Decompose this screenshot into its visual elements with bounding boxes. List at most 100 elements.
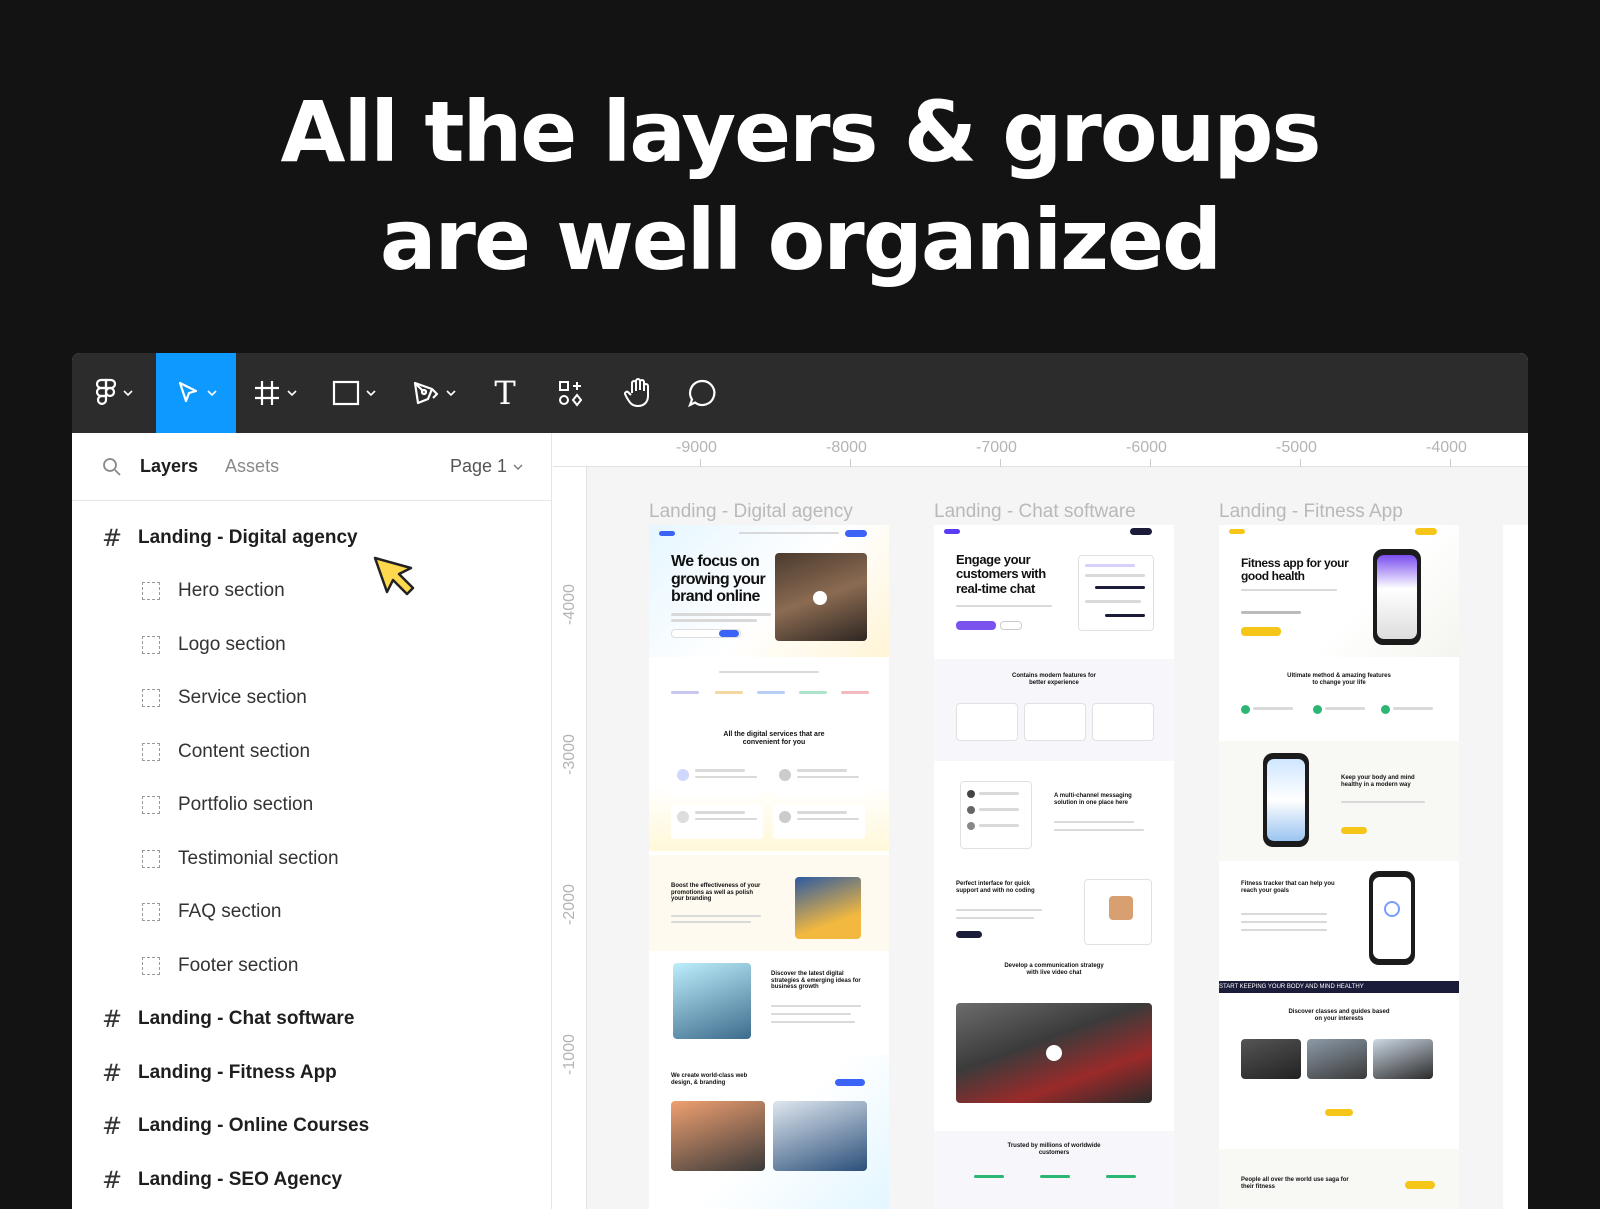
layer-label: Landing - Fitness App (138, 1061, 337, 1083)
layers-list: # Landing - Digital agency Hero section … (72, 501, 551, 1207)
layer-footer-section[interactable]: Footer section (72, 939, 551, 993)
fitness-ultimate-heading: Ultimate method & amazing features to ch… (1287, 673, 1391, 686)
layer-label: Hero section (178, 580, 285, 602)
fitness-tracker-heading: Fitness tracker that can help you reach … (1241, 881, 1335, 894)
layer-portfolio-section[interactable]: Portfolio section (72, 779, 551, 833)
frame-title-chat-software[interactable]: Landing - Chat software (934, 501, 1136, 523)
layer-frame-seo-agency[interactable]: # Landing - SEO Agency (72, 1153, 551, 1207)
ruler-label: -5000 (1276, 439, 1317, 456)
hero-heading: We focus on growing your brand online (671, 553, 766, 606)
main-menu-button[interactable] (72, 353, 156, 433)
ruler-label: -4000 (561, 584, 578, 625)
section-icon (142, 582, 160, 601)
tab-layers[interactable]: Layers (140, 456, 198, 477)
layer-service-section[interactable]: Service section (72, 672, 551, 726)
fitness-classes-section: Discover classes and guides based on you… (1219, 995, 1459, 1145)
panel-header: Layers Assets Page 1 (72, 433, 551, 501)
pen-icon (413, 381, 439, 405)
page-selector[interactable]: Page 1 (450, 456, 523, 477)
chat-features-section: Contains modern features for better expe… (934, 659, 1174, 761)
layer-label: Landing - Digital agency (138, 526, 358, 548)
create-heading: We create world-class web design, & bran… (671, 1073, 748, 1086)
layer-label: Content section (178, 740, 311, 762)
content-section: Boost the effectiveness of your promotio… (649, 855, 889, 951)
frame-icon: # (102, 1165, 123, 1194)
testimonial-section: We create world-class web design, & bran… (649, 1055, 889, 1209)
chevron-down-icon (446, 390, 456, 397)
layer-content-section[interactable]: Content section (72, 725, 551, 779)
service-section: All the digital services that are conven… (649, 721, 889, 851)
layer-frame-fitness-app[interactable]: # Landing - Fitness App (72, 1046, 551, 1100)
section-icon (142, 742, 160, 761)
figma-window: T Layers Assets Page 1 # Landing - Digit… (72, 353, 1528, 1209)
search-icon[interactable] (102, 457, 122, 477)
layer-label: Footer section (178, 954, 299, 976)
layer-testimonial-section[interactable]: Testimonial section (72, 832, 551, 886)
headline-line-2: are well organized (379, 191, 1222, 289)
frame-tool-button[interactable] (236, 353, 314, 433)
section-icon (142, 635, 160, 654)
fitness-ultimate-section: Ultimate method & amazing features to ch… (1219, 665, 1459, 739)
chat-multi-heading: A multi-channel messaging solution in on… (1054, 793, 1132, 806)
section-icon (142, 956, 160, 975)
layer-logo-section[interactable]: Logo section (72, 618, 551, 672)
text-tool-button[interactable]: T (474, 353, 536, 433)
chat-features-heading: Contains modern features for better expe… (1011, 673, 1096, 686)
section-icon (142, 796, 160, 815)
section-icon (142, 689, 160, 708)
artboard-fitness-app[interactable]: Fitness app for your good health Ultimat… (1219, 525, 1459, 1209)
layer-label: Service section (178, 687, 307, 709)
canvas[interactable]: -9000 -8000 -7000 -6000 -5000 -4000 -400… (553, 433, 1528, 1209)
chevron-down-icon (207, 390, 217, 397)
move-tool-button[interactable] (156, 353, 236, 433)
section-icon (142, 849, 160, 868)
figma-logo-icon (95, 378, 117, 405)
ruler-label: -2000 (561, 884, 578, 925)
hand-tool-button[interactable] (606, 353, 670, 433)
chat-video-section: Develop a communication strategy with li… (934, 961, 1174, 1111)
layer-frame-chat-software[interactable]: # Landing - Chat software (72, 993, 551, 1047)
fitness-keep-heading: Keep your body and mind healthy in a mod… (1341, 775, 1415, 788)
frame-icon: # (102, 1005, 123, 1034)
comment-tool-button[interactable] (670, 353, 734, 433)
artboard-digital-agency[interactable]: We focus on growing your brand online Al… (649, 525, 889, 1209)
ruler-top: -9000 -8000 -7000 -6000 -5000 -4000 (553, 433, 1528, 467)
services-heading: All the digital services that are conven… (723, 731, 825, 746)
tab-assets[interactable]: Assets (225, 456, 279, 477)
layer-label: Logo section (178, 633, 286, 655)
frame-icon: # (102, 523, 123, 552)
frame-icon: # (102, 1112, 123, 1141)
layer-frame-online-courses[interactable]: # Landing - Online Courses (72, 1100, 551, 1154)
chat-develop-heading: Develop a communication strategy with li… (1004, 963, 1104, 976)
chat-trusted-heading: Trusted by millions of worldwide custome… (1007, 1143, 1101, 1156)
layer-frame-digital-agency[interactable]: # Landing - Digital agency (72, 511, 551, 565)
ruler-label: -7000 (976, 439, 1017, 456)
frame-title-digital-agency[interactable]: Landing - Digital agency (649, 501, 853, 523)
layer-label: Landing - Online Courses (138, 1115, 370, 1137)
text-icon: T (494, 374, 516, 412)
chevron-down-icon (513, 464, 523, 470)
ruler-label: -8000 (826, 439, 867, 456)
hero-section: We focus on growing your brand online (649, 525, 889, 657)
shape-tool-button[interactable] (314, 353, 394, 433)
resources-tool-button[interactable] (536, 353, 606, 433)
chat-hero-section: Engage your customers with real-time cha… (934, 525, 1174, 655)
ruler-label: -1000 (561, 1034, 578, 1075)
fitness-people-heading: People all over the world use saga for t… (1241, 1177, 1349, 1190)
layer-faq-section[interactable]: FAQ section (72, 886, 551, 940)
portfolio-section: Discover the latest digital strategies &… (649, 955, 889, 1055)
layer-hero-section[interactable]: Hero section (72, 565, 551, 619)
fitness-hero-section: Fitness app for your good health (1219, 525, 1459, 657)
artboard-chat-software[interactable]: Engage your customers with real-time cha… (934, 525, 1174, 1209)
frame-title-fitness-app[interactable]: Landing - Fitness App (1219, 501, 1403, 523)
fitness-people-section: People all over the world use saga for t… (1219, 1149, 1459, 1209)
artboard-next[interactable] (1503, 525, 1528, 1209)
headline-line-1: All the layers & groups (280, 83, 1322, 181)
layer-label: Landing - SEO Agency (138, 1168, 343, 1190)
layer-label: FAQ section (178, 901, 282, 923)
chat-multi-section: A multi-channel messaging solution in on… (934, 771, 1174, 867)
fitness-tracker-section: Fitness tracker that can help you reach … (1219, 865, 1459, 973)
toolbar: T (72, 353, 1528, 433)
pen-tool-button[interactable] (394, 353, 474, 433)
components-icon (559, 381, 583, 407)
